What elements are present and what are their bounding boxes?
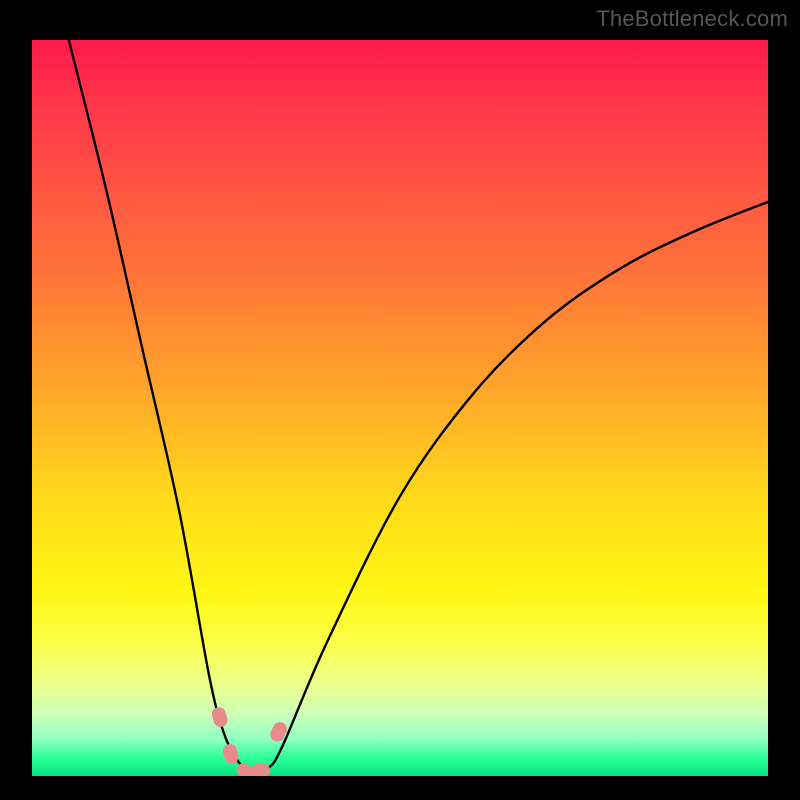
bottleneck-curve-path [69, 40, 768, 773]
marker-group [210, 706, 289, 776]
watermark-text: TheBottleneck.com [596, 6, 788, 32]
chart-plot-area [32, 40, 768, 776]
curve-marker [250, 763, 271, 776]
bottleneck-curve-svg [32, 40, 768, 776]
curve-marker [210, 706, 229, 729]
